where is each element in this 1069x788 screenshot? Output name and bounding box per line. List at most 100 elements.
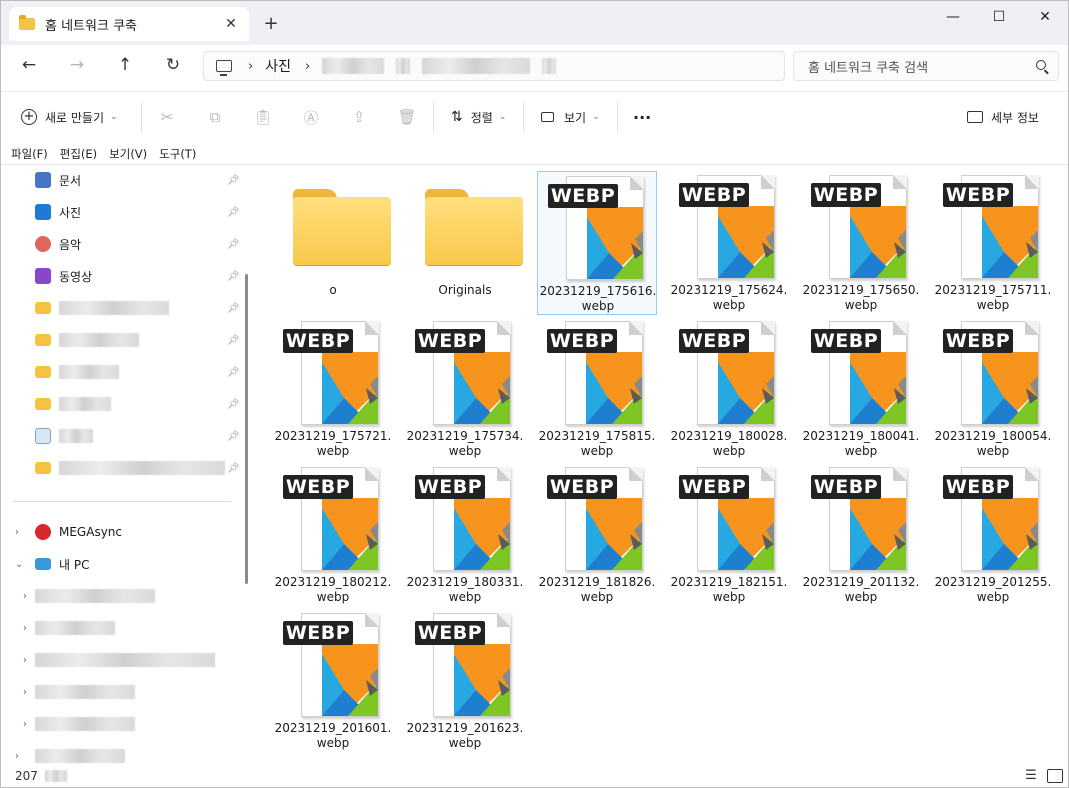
file-item[interactable]: WEBP 20231219_175815. webp	[537, 317, 657, 461]
file-item[interactable]: WEBP 20231219_180331. webp	[405, 463, 525, 607]
sidebar-item-redacted[interactable]: 📌︎	[1, 358, 241, 386]
new-tab-button[interactable]: +	[259, 13, 283, 37]
file-item[interactable]: WEBP 20231219_201132. webp	[801, 463, 921, 607]
details-view-icon[interactable]: ☰	[1023, 769, 1039, 783]
chevron-down-icon: ⌄	[15, 558, 24, 570]
file-item[interactable]: WEBP 20231219_175721. webp	[273, 317, 393, 461]
sidebar-item-documents[interactable]: 문서 📌︎	[1, 166, 241, 194]
rename-icon[interactable]: Ⓐ	[299, 105, 323, 129]
sidebar-item-megasync[interactable]: › MEGAsync	[1, 518, 241, 546]
webp-badge: WEBP	[283, 475, 353, 499]
menu-file[interactable]: 파일(F)	[11, 146, 48, 162]
file-name: 20231219_175616. webp	[539, 284, 657, 313]
webp-badge: WEBP	[547, 475, 617, 499]
file-item[interactable]: WEBP 20231219_175711. webp	[933, 171, 1053, 315]
paste-icon[interactable]: 📋︎	[251, 105, 275, 129]
separator	[617, 102, 618, 132]
sidebar-item-redacted[interactable]: 📌︎	[1, 454, 241, 482]
close-button[interactable]: ✕	[1022, 1, 1068, 33]
sidebar-item-redacted[interactable]: ›	[1, 582, 241, 610]
forward-button[interactable]: →	[63, 51, 91, 79]
webp-badge: WEBP	[283, 329, 353, 353]
sidebar-item-redacted[interactable]: 📌︎	[1, 294, 241, 322]
file-name: 20231219_201623. webp	[406, 721, 524, 750]
tab-home-network[interactable]: 홈 네트워크 쿠축 ✕	[9, 7, 249, 41]
details-button[interactable]: 세부 정보	[967, 104, 1039, 130]
webp-file-icon: WEBP	[547, 321, 647, 427]
trash-icon[interactable]: 🗑︎	[395, 105, 419, 129]
file-item[interactable]: WEBP 20231219_175650. webp	[801, 171, 921, 315]
photos-icon	[35, 204, 51, 220]
webp-graphic	[322, 644, 378, 716]
file-item[interactable]: WEBP 20231219_201623. webp	[405, 609, 525, 753]
sidebar-item-redacted[interactable]: ›	[1, 710, 241, 738]
sidebar-item-redacted[interactable]: 📌︎	[1, 326, 241, 354]
file-item[interactable]: WEBP 20231219_180041. webp	[801, 317, 921, 461]
webp-file-icon: WEBP	[283, 321, 383, 427]
folder-icon	[35, 462, 51, 474]
menu-edit[interactable]: 편집(E)	[60, 146, 97, 162]
menu-tools[interactable]: 도구(T)	[159, 146, 196, 162]
sidebar-item-redacted[interactable]: 📌︎	[1, 390, 241, 418]
view-button[interactable]: 보기 ⌄	[541, 104, 600, 130]
folder-item[interactable]: o	[273, 171, 393, 315]
folder-item[interactable]: Originals	[405, 171, 525, 315]
pin-icon: 📌︎	[227, 206, 240, 218]
file-name: 20231219_201601. webp	[274, 721, 392, 750]
sidebar-item-redacted[interactable]: ›	[1, 678, 241, 706]
file-item[interactable]: WEBP 20231219_201255. webp	[933, 463, 1053, 607]
thumbnail-view-icon[interactable]	[1047, 769, 1063, 783]
sidebar-item-music[interactable]: 음악 📌︎	[1, 230, 241, 258]
webp-graphic	[982, 498, 1038, 570]
share-icon[interactable]: ⇪	[347, 105, 371, 129]
file-item[interactable]: WEBP 20231219_201601. webp	[273, 609, 393, 753]
chevron-right-icon: ›	[304, 58, 311, 74]
pin-icon: 📌︎	[227, 430, 240, 442]
pin-icon: 📌︎	[227, 238, 240, 250]
file-item[interactable]: WEBP 20231219_175616. webp	[537, 171, 657, 315]
sidebar-item-redacted[interactable]: ›	[1, 614, 241, 642]
maximize-button[interactable]: ☐	[976, 1, 1022, 33]
view-icon	[541, 112, 554, 122]
scissors-icon[interactable]: ✂	[155, 105, 179, 129]
tab-close-icon[interactable]: ✕	[219, 12, 243, 36]
back-button[interactable]: ←	[15, 51, 43, 79]
copy-icon[interactable]: ⧉	[203, 105, 227, 129]
file-name: 20231219_175711. webp	[934, 283, 1052, 312]
pin-icon: 📌︎	[227, 334, 240, 346]
sidebar-scrollbar[interactable]	[245, 274, 248, 584]
refresh-button[interactable]: ↻	[159, 51, 187, 79]
sidebar-item-this-pc[interactable]: ⌄ 내 PC	[1, 550, 241, 578]
address-bar[interactable]: › 사진 ›	[203, 51, 785, 81]
sidebar-item-redacted[interactable]: ›	[1, 646, 241, 674]
file-item[interactable]: WEBP 20231219_180212. webp	[273, 463, 393, 607]
sort-button[interactable]: ⇅ 정렬 ⌄	[451, 104, 506, 130]
file-name: 20231219_180331. webp	[406, 575, 524, 604]
file-item[interactable]: WEBP 20231219_181826. webp	[537, 463, 657, 607]
breadcrumb-photos[interactable]: 사진	[265, 56, 291, 76]
up-button[interactable]: ↑	[111, 51, 139, 79]
file-item[interactable]: WEBP 20231219_175624. webp	[669, 171, 789, 315]
redacted-label	[35, 717, 135, 731]
file-item[interactable]: WEBP 20231219_180028. webp	[669, 317, 789, 461]
more-options-button[interactable]: ···	[633, 104, 651, 130]
minimize-button[interactable]: —	[930, 1, 976, 33]
sidebar-item-photos[interactable]: 사진 📌︎	[1, 198, 241, 226]
menu-view[interactable]: 보기(V)	[109, 146, 147, 162]
title-bar: 홈 네트워크 쿠축 ✕ + — ☐ ✕	[1, 1, 1068, 45]
search-input[interactable]: 홈 네트워크 쿠축 검색	[793, 51, 1059, 81]
file-item[interactable]: WEBP 20231219_175734. webp	[405, 317, 525, 461]
file-item[interactable]: WEBP 20231219_182151. webp	[669, 463, 789, 607]
chevron-down-icon: ⌄	[110, 112, 118, 122]
webp-badge: WEBP	[547, 329, 617, 353]
separator	[141, 102, 142, 132]
sidebar-item-videos[interactable]: 동영상 📌︎	[1, 262, 241, 290]
separator	[523, 102, 524, 132]
sidebar-item-redacted[interactable]: 📌︎	[1, 422, 241, 450]
file-item[interactable]: WEBP 20231219_180054. webp	[933, 317, 1053, 461]
redacted-status	[45, 770, 67, 782]
redacted-label	[59, 333, 139, 347]
new-button[interactable]: + 새로 만들기 ⌄	[21, 104, 118, 130]
chevron-right-icon: ›	[248, 58, 254, 74]
view-label: 보기	[564, 110, 587, 125]
